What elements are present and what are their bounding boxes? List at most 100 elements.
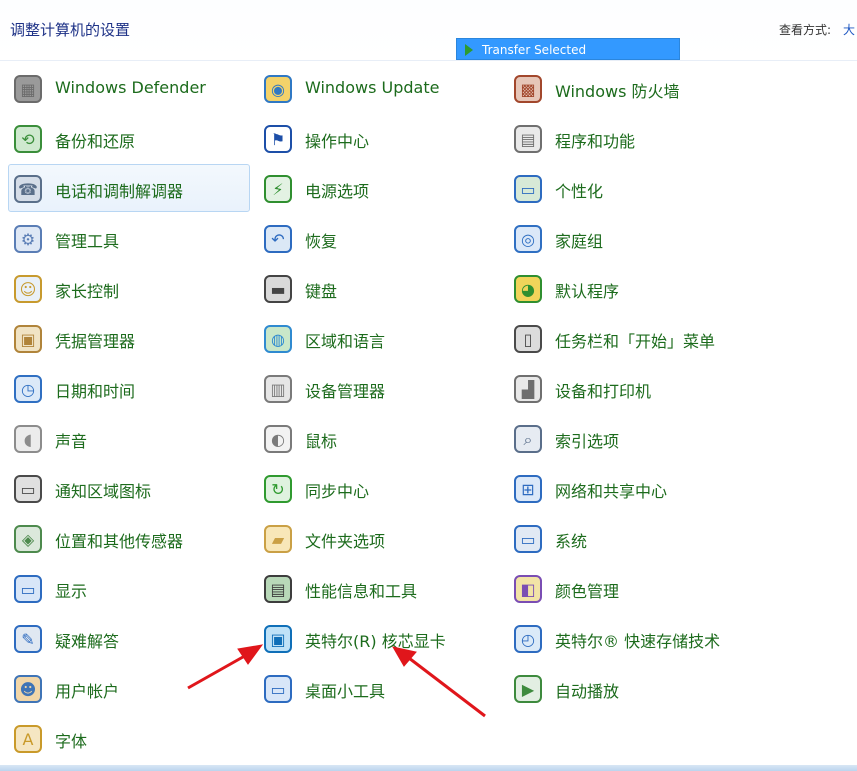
control-panel-item-label: 文件夹选项 (305, 532, 386, 551)
svg-text:▭: ▭ (520, 180, 535, 199)
svg-text:◈: ◈ (22, 530, 35, 549)
svg-text:◍: ◍ (271, 330, 285, 349)
control-panel-item[interactable]: ▬ 键盘 (258, 264, 500, 312)
sound-icon: ◖ (14, 425, 42, 453)
control-panel-item[interactable]: ▣ 凭据管理器 (8, 314, 250, 362)
control-panel-item-label: 自动播放 (555, 682, 620, 701)
control-panel-item-label: 索引选项 (555, 432, 620, 451)
control-panel-item[interactable]: ▦ Windows Defender (8, 64, 250, 112)
page-title: 调整计算机的设置 (10, 21, 131, 39)
control-panel-item[interactable]: ▥ 设备管理器 (258, 364, 500, 412)
programs-features-icon: ▤ (514, 125, 542, 153)
control-panel-item[interactable]: ▭ 显示 (8, 564, 250, 612)
control-panel-item[interactable]: ⚑ 操作中心 (258, 114, 500, 162)
control-panel-item[interactable]: ⚡ 电源选项 (258, 164, 500, 212)
control-panel-item-label: 英特尔(R) 核芯显卡 (305, 632, 446, 651)
control-panel-item-label: 区域和语言 (305, 332, 386, 351)
control-panel-item[interactable]: ◴ 英特尔® 快速存储技术 (508, 614, 750, 662)
fonts-icon: A (14, 725, 42, 753)
control-panel-item[interactable]: ▭ 通知区域图标 (8, 464, 250, 512)
control-panel-item[interactable]: ✎ 疑难解答 (8, 614, 250, 662)
intel-graphics-icon: ▣ (264, 625, 292, 653)
control-panel-item-label: 颜色管理 (555, 582, 620, 601)
control-panel-item[interactable]: ◷ 日期和时间 (8, 364, 250, 412)
svg-text:◎: ◎ (521, 230, 535, 249)
control-panel-item[interactable]: ☻ 用户帐户 (8, 664, 250, 712)
control-panel-item[interactable]: ◕ 默认程序 (508, 264, 750, 312)
device-manager-icon: ▥ (264, 375, 292, 403)
user-accounts-icon: ☻ (14, 675, 42, 703)
control-panel-item[interactable]: ☎ 电话和调制解调器 (8, 164, 250, 212)
control-panel-item-label: 桌面小工具 (305, 682, 386, 701)
control-panel-item[interactable]: ▤ 性能信息和工具 (258, 564, 500, 612)
control-panel-item-label: 日期和时间 (55, 382, 136, 401)
svg-text:◕: ◕ (521, 280, 535, 299)
credential-manager-icon: ▣ (14, 325, 42, 353)
control-panel-item-label: 设备管理器 (305, 382, 386, 401)
display-icon: ▭ (14, 575, 42, 603)
window-bottom-bar (0, 765, 857, 771)
network-sharing-icon: ⊞ (514, 475, 542, 503)
control-panel-item-label: Windows 防火墙 (555, 82, 680, 101)
svg-text:☎: ☎ (18, 180, 38, 199)
defender-icon: ▦ (14, 75, 42, 103)
control-panel-item[interactable]: ⚙ 管理工具 (8, 214, 250, 262)
view-mode-dropdown[interactable]: 大 (843, 21, 855, 38)
control-panel-item[interactable]: A 字体 (8, 714, 250, 762)
control-panel-item[interactable]: ▰ 文件夹选项 (258, 514, 500, 562)
control-panel-item[interactable]: ◍ 区域和语言 (258, 314, 500, 362)
control-panel-item[interactable]: ▤ 程序和功能 (508, 114, 750, 162)
control-panel-item[interactable]: ▣ 英特尔(R) 核芯显卡 (258, 614, 500, 662)
backup-icon: ⟲ (14, 125, 42, 153)
control-panel-item[interactable]: ▭ 系统 (508, 514, 750, 562)
control-panel-item[interactable]: ↻ 同步中心 (258, 464, 500, 512)
svg-text:⊞: ⊞ (521, 480, 534, 499)
control-panel-item-label: 键盘 (305, 282, 338, 301)
indexing-options-icon: ⌕ (514, 425, 542, 453)
header: 调整计算机的设置 查看方式: 大 Transfer Selected (0, 0, 857, 60)
svg-text:☺: ☺ (20, 280, 37, 299)
power-options-icon: ⚡ (264, 175, 292, 203)
control-panel-item[interactable]: ◐ 鼠标 (258, 414, 500, 462)
windows-update-icon: ◉ (264, 75, 292, 103)
control-panel-item[interactable]: ⌕ 索引选项 (508, 414, 750, 462)
control-panel-item-label: Windows Defender (55, 78, 206, 97)
control-panel-item-label: 默认程序 (555, 282, 620, 301)
control-panel-item-label: 家庭组 (555, 232, 604, 251)
control-panel-item-label: 程序和功能 (555, 132, 636, 151)
svg-text:✎: ✎ (21, 630, 34, 649)
control-panel-item-label: 疑难解答 (55, 632, 120, 651)
control-panel-item[interactable]: ◈ 位置和其他传感器 (8, 514, 250, 562)
control-panel-item-label: 管理工具 (55, 232, 120, 251)
control-panel-item[interactable]: ▯ 任务栏和「开始」菜单 (508, 314, 750, 362)
action-center-icon: ⚑ (264, 125, 292, 153)
desktop-gadgets-icon: ▭ (264, 675, 292, 703)
control-panel-item[interactable]: ⊞ 网络和共享中心 (508, 464, 750, 512)
control-panel-item-label: 鼠标 (305, 432, 338, 451)
control-panel-item-label: 凭据管理器 (55, 332, 136, 351)
svg-text:▣: ▣ (20, 330, 35, 349)
notification-area-icon: ▭ (14, 475, 42, 503)
control-panel-item[interactable]: ▩ Windows 防火墙 (508, 64, 750, 112)
control-panel-item-label: 电话和调制解调器 (55, 182, 184, 201)
control-panel-item[interactable]: ▭ 桌面小工具 (258, 664, 500, 712)
svg-text:◖: ◖ (24, 430, 32, 449)
phone-modem-icon: ☎ (14, 175, 42, 203)
control-panel-item[interactable]: ▭ 个性化 (508, 164, 750, 212)
control-panel-item[interactable]: ◧ 颜色管理 (508, 564, 750, 612)
control-panel-item-label: 电源选项 (305, 182, 370, 201)
control-panel-item-label: 通知区域图标 (55, 482, 152, 501)
control-panel-item[interactable]: ◖ 声音 (8, 414, 250, 462)
control-panel-item-label: Windows Update (305, 78, 440, 97)
control-panel-item[interactable]: ◎ 家庭组 (508, 214, 750, 262)
svg-text:▭: ▭ (20, 480, 35, 499)
control-panel-item[interactable]: ⟲ 备份和还原 (8, 114, 250, 162)
color-management-icon: ◧ (514, 575, 542, 603)
svg-text:▯: ▯ (524, 330, 533, 349)
control-panel-item[interactable]: ▶ 自动播放 (508, 664, 750, 712)
recovery-icon: ↶ (264, 225, 292, 253)
control-panel-item[interactable]: ▟ 设备和打印机 (508, 364, 750, 412)
control-panel-item[interactable]: ◉ Windows Update (258, 64, 500, 112)
control-panel-item[interactable]: ☺ 家长控制 (8, 264, 250, 312)
control-panel-item[interactable]: ↶ 恢复 (258, 214, 500, 262)
